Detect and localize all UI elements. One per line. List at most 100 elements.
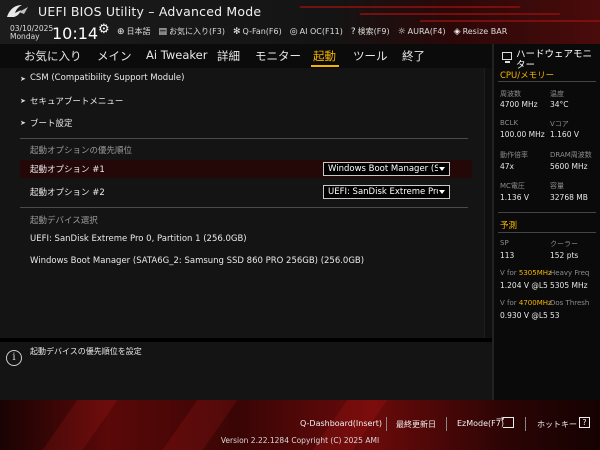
aura-icon: ☼ <box>397 26 406 37</box>
boot-option-2-select[interactable]: UEFI: SanDisk Extreme Pro <box>323 185 450 199</box>
footer-separator <box>386 417 387 431</box>
globe-icon: ⊕ <box>117 26 125 37</box>
qdashboard-button[interactable]: Q-Dashboard(Insert) <box>300 419 382 428</box>
header-stripe <box>419 20 600 22</box>
chevron-down-icon <box>439 167 445 171</box>
v-for-low-value: 0.930 V @L5 <box>500 311 548 320</box>
aura-label: AURA(F4) <box>407 27 446 36</box>
settings-panel: ➤ CSM (Compatibility Support Module) ➤ セ… <box>0 68 484 338</box>
top-header: UEFI BIOS Utility – Advanced Mode 03/10/… <box>0 0 600 44</box>
chevron-right-icon: ➤ <box>20 75 26 83</box>
chevron-right-icon: ➤ <box>20 119 26 127</box>
v-for-low-label: V for 4700MHz <box>500 299 552 307</box>
stat-label: 動作倍率 <box>500 151 528 159</box>
cooler-label: クーラー <box>550 240 578 248</box>
tab-advanced[interactable]: 詳細 <box>217 48 240 64</box>
app-title: UEFI BIOS Utility – Advanced Mode <box>38 4 262 19</box>
boot-override-header: 起動デバイス選択 <box>30 216 98 226</box>
sidebar-divider <box>498 212 596 213</box>
stat-value: 100.00 MHz <box>500 130 545 139</box>
stat-value: 5600 MHz <box>550 162 588 171</box>
rog-logo-icon <box>7 5 28 17</box>
submenu-csm[interactable]: CSM (Compatibility Support Module) <box>30 73 184 83</box>
sidebar-divider <box>498 232 596 233</box>
submenu-secure-boot[interactable]: セキュアブートメニュー <box>30 95 123 107</box>
boot-device-2[interactable]: Windows Boot Manager (SATA6G_2: Samsung … <box>30 256 364 266</box>
stat-value: 34°C <box>550 100 569 109</box>
language-label: 日本語 <box>126 27 151 36</box>
boot-option-2-value: UEFI: SanDisk Extreme Pro <box>328 187 438 197</box>
search-button[interactable]: ? 検索(F9) <box>351 26 390 37</box>
search-label: 検索(F9) <box>357 27 390 36</box>
dos-thresh-value: 53 <box>550 311 560 320</box>
hardware-monitor: ハードウェアモニター CPU/メモリー 周波数 温度 4700 MHz 34°C… <box>492 44 600 400</box>
v-for-freq: 5305MHz <box>518 269 552 277</box>
hotkey-help-icon[interactable]: ? <box>579 417 590 428</box>
help-panel: i 起動デバイスの優先順位を設定 <box>0 342 492 400</box>
cpu-memory-header: CPU/メモリー <box>500 71 555 81</box>
divider <box>20 138 468 139</box>
tab-monitor[interactable]: モニター <box>255 48 301 64</box>
stat-label: 温度 <box>550 90 564 98</box>
last-modified-button[interactable]: 最終更新日 <box>396 419 436 430</box>
stat-value: 4700 MHz <box>500 100 538 109</box>
heavy-freq-value: 5305 MHz <box>550 281 588 290</box>
v-for-high-value: 1.204 V @L5 <box>500 281 548 290</box>
boot-option-1-select[interactable]: Windows Boot Manager (SA <box>323 162 450 176</box>
help-text: 起動デバイスの優先順位を設定 <box>30 347 142 356</box>
qfan-button[interactable]: ✻ Q-Fan(F6) <box>233 26 282 37</box>
sp-label: SP <box>500 239 509 247</box>
boot-option-1-value: Windows Boot Manager (SA <box>328 164 438 174</box>
divider <box>20 207 468 208</box>
prediction-header: 予測 <box>500 221 518 231</box>
stat-value: 1.136 V <box>500 193 529 202</box>
stat-label: DRAM周波数 <box>550 151 592 159</box>
tab-tool[interactable]: ツール <box>353 48 388 64</box>
info-icon: i <box>6 350 22 366</box>
tab-exit[interactable]: 終了 <box>402 48 425 64</box>
favorites-label: お気に入り(F3) <box>169 27 225 36</box>
boot-option-1-label: 起動オプション #1 <box>30 165 105 175</box>
boot-priority-header: 起動オプションの優先順位 <box>30 146 133 156</box>
dos-thresh-label: Dos Thresh <box>550 299 590 307</box>
copyright-text: Version 2.22.1284 Copyright (C) 2025 AMI <box>220 436 380 445</box>
favorites-button[interactable]: ▤ お気に入り(F3) <box>159 26 225 37</box>
ai-oc-button[interactable]: ◎ AI OC(F11) <box>290 26 343 37</box>
tab-favorites[interactable]: お気に入り <box>24 48 82 64</box>
ai-oc-icon: ◎ <box>289 26 298 37</box>
v-for-high-label: V for 5305MHz <box>500 269 552 277</box>
sp-value: 113 <box>500 251 515 260</box>
stat-label: Vコア <box>550 120 569 128</box>
stat-value: 1.160 V <box>550 130 579 139</box>
tab-main[interactable]: メイン <box>97 48 132 64</box>
tab-boot[interactable]: 起動 <box>313 48 336 64</box>
v-for-prefix: V for <box>500 299 519 307</box>
chevron-right-icon: ➤ <box>20 97 26 105</box>
aura-button[interactable]: ☼ AURA(F4) <box>398 26 446 37</box>
v-for-prefix: V for <box>500 269 519 277</box>
resize-bar-label: Resize BAR <box>462 27 508 36</box>
hw-monitor-title: ハードウェアモニター <box>516 49 593 71</box>
weekday-text: Monday <box>10 32 40 41</box>
main-menu: お気に入り メイン Ai Tweaker 詳細 モニター 起動 ツール 終了 <box>0 44 492 68</box>
exit-arrow-icon <box>496 414 514 428</box>
hotkeys-button[interactable]: ホットキー <box>537 419 577 430</box>
monitor-icon <box>502 52 512 63</box>
clock: 10:14 <box>52 24 99 43</box>
heavy-freq-label: Heavy Freq <box>550 269 590 277</box>
stat-label: BCLK <box>500 119 519 127</box>
boot-device-1[interactable]: UEFI: SanDisk Extreme Pro 0, Partition 1… <box>30 234 247 244</box>
chevron-down-icon <box>439 190 445 194</box>
gear-icon[interactable]: ⚙ <box>98 22 110 37</box>
tab-ai-tweaker[interactable]: Ai Tweaker <box>146 48 207 62</box>
header-stripe <box>359 13 561 15</box>
stat-value: 47x <box>500 162 514 171</box>
language-button[interactable]: ⊕ 日本語 <box>117 26 151 37</box>
submenu-boot-config[interactable]: ブート設定 <box>30 117 73 129</box>
resize-bar-button[interactable]: ◈ Resize BAR <box>454 26 508 37</box>
scrollbar[interactable] <box>484 68 492 338</box>
date-display: 03/10/2025 Monday <box>10 25 53 41</box>
header-stripe <box>299 6 521 8</box>
stat-label: 容量 <box>550 182 564 190</box>
search-icon: ? <box>350 26 356 37</box>
